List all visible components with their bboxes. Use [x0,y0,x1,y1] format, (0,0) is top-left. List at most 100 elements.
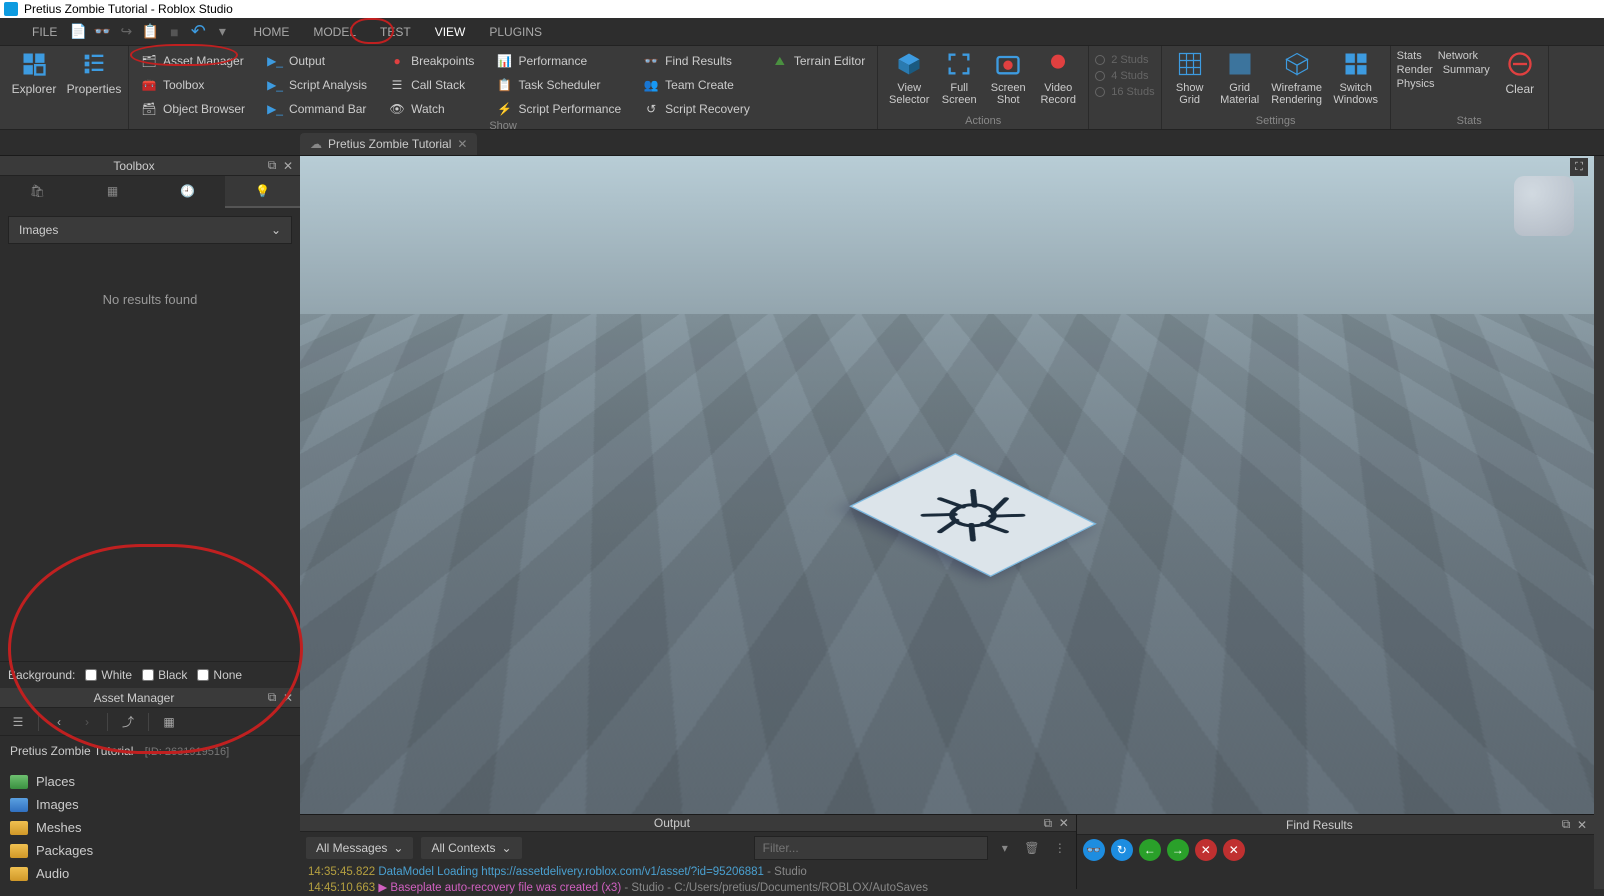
properties-button[interactable]: Properties [66,50,122,96]
task-scheduler-button[interactable]: 📋Task Scheduler [490,74,627,96]
clear-button[interactable]: Clear [1498,50,1542,96]
asset-grid-view-icon[interactable]: ▦ [157,711,181,733]
bg-black-checkbox[interactable]: Black [142,668,187,682]
output-popout-icon[interactable]: ⧉ [1040,815,1056,831]
close-tab-icon[interactable]: ✕ [457,137,467,151]
breakpoints-button[interactable]: ●Breakpoints [383,50,480,72]
qat-dropdown-icon[interactable]: ▾ [213,23,231,41]
asset-upload-icon[interactable]: ⤴ [116,711,140,733]
find-next-icon[interactable]: → [1167,839,1189,861]
find-prev-icon[interactable]: ← [1139,839,1161,861]
clock-icon: 🕘 [180,184,195,198]
find-refresh-icon[interactable]: ↻ [1111,839,1133,861]
command-bar-button[interactable]: ▶_Command Bar [261,98,373,120]
output-trash-icon[interactable]: 🗑 [1022,838,1042,858]
output-panel-title: Output [304,816,1040,830]
find-results-panel-header: Find Results ⧉ ✕ [1077,815,1594,835]
qat-binoculars-icon[interactable]: 👓 [93,23,111,41]
bg-white-checkbox[interactable]: White [85,668,132,682]
studs-4-radio[interactable]: 4 Studs [1095,70,1154,82]
qat-stop-icon[interactable]: ■ [165,23,183,41]
menu-home[interactable]: HOME [241,18,301,46]
asset-list-view-icon[interactable]: ☰ [6,711,30,733]
physics-button[interactable]: Physics [1397,78,1435,90]
view-selector-button[interactable]: View Selector [884,50,934,106]
switch-windows-icon [1342,50,1370,78]
script-analysis-button[interactable]: ▶_Script Analysis [261,74,373,96]
tab-pretius-zombie-tutorial[interactable]: ☁ Pretius Zombie Tutorial ✕ [300,133,477,155]
full-screen-button[interactable]: Full Screen [936,50,982,106]
studs-2-radio[interactable]: 2 Studs [1095,54,1154,66]
script-performance-button[interactable]: ⚡Script Performance [490,98,627,120]
output-button[interactable]: ▶_Output [261,50,373,72]
chevron-down-icon: ⌄ [271,223,281,237]
asset-forward-icon[interactable]: › [75,711,99,733]
output-icon: ▶_ [267,53,283,69]
menu-model[interactable]: MODEL [301,18,368,46]
watch-button[interactable]: 👁Watch [383,98,480,120]
toolbox-tab-inventory[interactable]: ▦ [75,176,150,208]
find-delete-icon[interactable]: ✕ [1195,839,1217,861]
screen-shot-button[interactable]: Screen Shot [984,50,1032,106]
menu-file[interactable]: FILE [20,18,69,46]
qat-new-icon[interactable]: 📄 [69,23,87,41]
explorer-button[interactable]: Explorer [6,50,62,96]
wireframe-button[interactable]: Wireframe Rendering [1268,50,1326,106]
find-search-icon[interactable]: 👓 [1083,839,1105,861]
output-close-icon[interactable]: ✕ [1056,815,1072,831]
asset-manager-button[interactable]: 🗂Asset Manager [135,50,251,72]
menu-view[interactable]: VIEW [423,18,478,46]
menu-test[interactable]: TEST [368,18,423,46]
switch-windows-button[interactable]: Switch Windows [1328,50,1384,106]
team-create-button[interactable]: 👥Team Create [637,74,756,96]
script-recovery-button[interactable]: ↺Script Recovery [637,98,756,120]
qat-paste-icon[interactable]: 📋 [141,23,159,41]
toolbox-close-icon[interactable]: ✕ [280,158,296,174]
object-browser-button[interactable]: 🗃Object Browser [135,98,251,120]
folder-places[interactable]: Places [10,770,290,793]
folder-images[interactable]: Images [10,793,290,816]
find-results-close-icon[interactable]: ✕ [1574,817,1590,833]
viewport-3d[interactable]: ⛶ [300,156,1594,814]
toolbox-filter-dropdown[interactable]: Images ⌄ [8,216,292,244]
video-record-button[interactable]: Video Record [1034,50,1082,106]
find-results-popout-icon[interactable]: ⧉ [1558,817,1574,833]
show-grid-button[interactable]: Show Grid [1168,50,1212,106]
maximize-viewport-icon[interactable]: ⛶ [1570,158,1588,176]
chevron-down-icon[interactable]: ▾ [996,841,1014,855]
asset-back-icon[interactable]: ‹ [47,711,71,733]
toolbox-tab-marketplace[interactable]: 🛍 [0,176,75,208]
stats-button[interactable]: Stats [1397,50,1422,62]
output-filter-input[interactable] [754,836,988,860]
call-stack-button[interactable]: ☰Call Stack [383,74,480,96]
render-button[interactable]: Render [1397,64,1433,76]
studs-16-radio[interactable]: 16 Studs [1095,86,1154,98]
bg-none-checkbox[interactable]: None [197,668,242,682]
toolbox-popout-icon[interactable]: ⧉ [264,158,280,174]
asset-project-id: [ID: 2631919516] [145,746,229,758]
performance-button[interactable]: 📊Performance [490,50,627,72]
folder-packages[interactable]: Packages [10,839,290,862]
output-contexts-dropdown[interactable]: All Contexts⌄ [421,837,521,859]
asset-manager-popout-icon[interactable]: ⧉ [264,690,280,706]
grid-material-button[interactable]: Grid Material [1214,50,1266,106]
output-messages-dropdown[interactable]: All Messages⌄ [306,837,413,859]
folder-meshes[interactable]: Meshes [10,816,290,839]
qat-undo-icon[interactable]: ↶ [189,23,207,41]
find-results-button[interactable]: 👓Find Results [637,50,756,72]
network-button[interactable]: Network [1438,50,1478,62]
terrain-editor-button[interactable]: ⛰Terrain Editor [766,50,871,72]
toolbox-tab-recent[interactable]: 🕘 [150,176,225,208]
script-recovery-icon: ↺ [643,101,659,117]
asset-manager-close-icon[interactable]: ✕ [280,690,296,706]
qat-redo-icon[interactable]: ↪ [117,23,135,41]
menu-plugins[interactable]: PLUGINS [477,18,554,46]
orientation-gizmo[interactable] [1514,176,1574,236]
find-clear-icon[interactable]: ✕ [1223,839,1245,861]
toolbox-tab-creations[interactable]: 💡 [225,176,300,208]
folder-audio[interactable]: Audio [10,862,290,885]
output-more-icon[interactable]: ⋮ [1050,838,1070,858]
toolbox-button[interactable]: 🧰Toolbox [135,74,251,96]
summary-button[interactable]: Summary [1443,64,1490,76]
bag-icon: 🛍 [30,184,45,198]
